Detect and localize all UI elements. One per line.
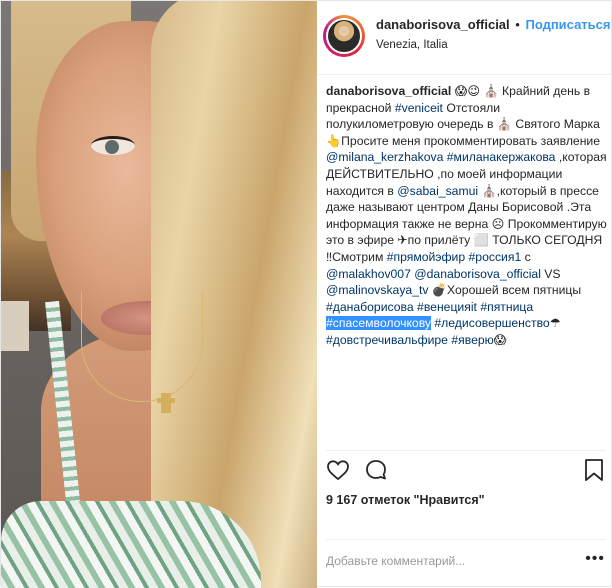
caption-text: ☂	[549, 316, 561, 331]
caption-text: с	[521, 249, 531, 264]
hashtag-link[interactable]: #ледисовершенство	[434, 316, 549, 330]
hashtag-link[interactable]: #данаборисова	[326, 300, 414, 314]
hashtag-link[interactable]: #россия1	[469, 250, 522, 264]
heart-icon[interactable]	[326, 458, 350, 482]
left-eye	[91, 136, 135, 155]
mention-link[interactable]: @malakhov007	[326, 267, 411, 281]
comment-icon[interactable]	[364, 458, 388, 482]
post-header: danaborisova_official • Подписаться Vene…	[318, 1, 612, 75]
mention-link[interactable]: @danaborisova_official	[414, 267, 541, 281]
action-bar	[324, 456, 609, 486]
hashtag-link[interactable]: #миланакержакова	[447, 150, 556, 164]
mention-link[interactable]: @sabai_samui	[397, 184, 478, 198]
post-photo[interactable]	[1, 1, 317, 588]
avatar-story-ring[interactable]	[323, 15, 365, 57]
caption-text: 😱	[493, 332, 507, 347]
post-side-panel: danaborisova_official • Подписаться Vene…	[318, 1, 612, 588]
mention-link[interactable]: @malinovskaya_tv	[326, 283, 428, 297]
instagram-post: danaborisova_official • Подписаться Vene…	[0, 0, 612, 588]
more-options-icon[interactable]: •••	[585, 550, 605, 568]
caption-username[interactable]: danaborisova_official	[326, 84, 451, 98]
header-user-line: danaborisova_official • Подписаться	[376, 17, 610, 32]
follow-button[interactable]: Подписаться	[525, 17, 610, 32]
patterned-top	[1, 501, 261, 588]
caption-text: 💣Хорошей всем пятницы	[428, 283, 582, 298]
comment-divider	[326, 539, 606, 540]
mention-link[interactable]: @milana_kerzhakova	[326, 150, 443, 164]
hashtag-link[interactable]: #venicеit	[395, 101, 443, 115]
hashtag-link[interactable]: #пятница	[480, 300, 533, 314]
selected-hashtag-link[interactable]: #спасемволочкову	[326, 316, 432, 331]
background-frame	[1, 301, 29, 351]
caption-text: VS	[540, 266, 561, 281]
hashtag-link[interactable]: #яверю	[451, 333, 493, 347]
cross-pendant	[157, 393, 175, 413]
header-username[interactable]: danaborisova_official	[376, 17, 510, 32]
comment-input[interactable]	[326, 554, 566, 568]
header-separator: •	[515, 17, 520, 32]
likes-count[interactable]: 9 167 отметок "Нравится"	[326, 493, 485, 507]
hashtag-link[interactable]: #венецияit	[417, 300, 477, 314]
post-caption: danaborisova_official 😱😉 ⛪ Крайний день …	[326, 83, 609, 448]
hashtag-link[interactable]: #довстречивальфире	[326, 333, 448, 347]
bookmark-icon[interactable]	[583, 458, 605, 482]
hashtag-link[interactable]: #прямойэфир	[387, 250, 465, 264]
comment-box: •••	[326, 546, 611, 576]
caption-divider	[326, 450, 606, 451]
avatar[interactable]	[326, 18, 362, 54]
location-link[interactable]: Venezia, Italia	[376, 39, 448, 51]
